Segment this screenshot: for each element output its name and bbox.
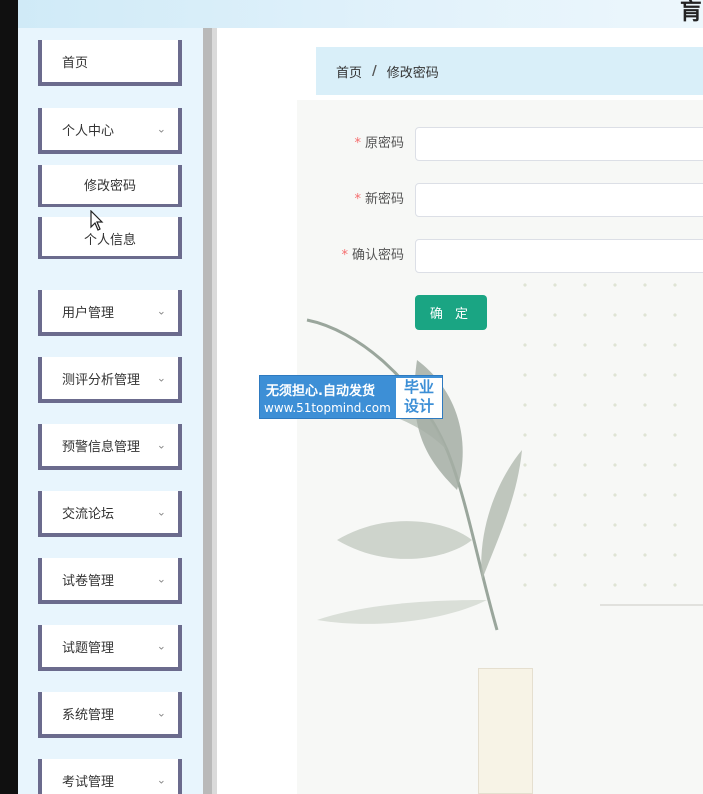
watermark-slogan: 无须担心.自动发货: [266, 384, 375, 399]
old-password-input[interactable]: [415, 127, 703, 161]
chevron-down-icon: ⌄: [156, 773, 166, 787]
breadcrumb: 首页 / 修改密码: [316, 47, 703, 95]
sidebar-item-paper-management[interactable]: 试卷管理 ⌄: [38, 558, 182, 604]
chevron-down-icon: ⌄: [156, 304, 166, 318]
breadcrumb-current: 修改密码: [386, 65, 439, 81]
sidebar-item-label: 试卷管理: [62, 573, 115, 589]
sidebar-item-label: 测评分析管理: [62, 372, 141, 388]
chevron-down-icon: ⌄: [156, 639, 166, 653]
chevron-down-icon: ⌄: [156, 706, 166, 720]
required-mark: *: [354, 192, 361, 207]
sidebar-item-forum[interactable]: 交流论坛 ⌄: [38, 491, 182, 537]
background-dot-pattern: [510, 270, 703, 610]
sidebar-item-assessment-analysis[interactable]: 测评分析管理 ⌄: [38, 357, 182, 403]
sidebar-item-label: 交流论坛: [62, 506, 115, 522]
watermark-label-line1: 毕业: [403, 378, 434, 396]
confirm-password-label-text: 确认密码: [351, 248, 404, 263]
required-mark: *: [341, 248, 348, 263]
sidebar-item-user-management[interactable]: 用户管理 ⌄: [38, 290, 182, 336]
new-password-label-text: 新密码: [364, 192, 404, 207]
plant-illustration: [306, 318, 522, 631]
window-edge: [0, 0, 18, 794]
sidebar-item-label: 试题管理: [62, 640, 115, 656]
chevron-down-icon: ⌄: [156, 505, 166, 519]
breadcrumb-separator: /: [372, 63, 377, 79]
new-password-input[interactable]: [415, 183, 703, 217]
watermark-url: www.51topmind.com: [264, 401, 391, 415]
chevron-down-icon: ⌄: [156, 122, 166, 136]
sidebar-item-system-management[interactable]: 系统管理 ⌄: [38, 692, 182, 738]
sidebar-item-label: 首页: [62, 55, 89, 71]
sidebar-item-label: 系统管理: [62, 707, 115, 723]
confirm-password-input[interactable]: [415, 239, 703, 273]
sidebar-item-label: 用户管理: [62, 305, 115, 321]
old-password-row: * 原密码: [316, 127, 703, 161]
sidebar-item-label: 考试管理: [62, 774, 115, 790]
background-shelf: [600, 604, 703, 606]
confirm-button[interactable]: 确 定: [415, 295, 487, 330]
mouse-cursor-icon: [90, 210, 104, 231]
confirm-password-row: * 确认密码: [316, 239, 703, 273]
watermark-badge: 无须担心.自动发货 www.51topmind.com 毕业 设计: [259, 375, 443, 419]
app-title: 肓: [679, 0, 703, 25]
chevron-down-icon: ⌄: [156, 572, 166, 586]
sidebar-item-personal-center[interactable]: 个人中心 ⌄: [38, 108, 182, 154]
breadcrumb-home[interactable]: 首页: [336, 62, 362, 81]
new-password-row: * 新密码: [316, 183, 703, 217]
watermark-label-line2: 设计: [403, 397, 434, 415]
new-password-label: * 新密码: [316, 183, 404, 217]
sidebar-item-question-management[interactable]: 试题管理 ⌄: [38, 625, 182, 671]
sidebar-subitem-change-password[interactable]: 修改密码: [38, 165, 182, 207]
sidebar-item-label: 个人中心: [62, 123, 115, 139]
old-password-label-text: 原密码: [364, 136, 404, 151]
sidebar-item-label: 预警信息管理: [62, 439, 141, 455]
sidebar-subitem-label: 修改密码: [83, 179, 136, 194]
sidebar-subitem-personal-info[interactable]: 个人信息: [38, 217, 182, 259]
top-header: 肓: [0, 0, 703, 28]
plant-pot: [478, 668, 533, 794]
required-mark: *: [354, 136, 361, 151]
chevron-down-icon: ⌄: [156, 438, 166, 452]
sidebar-item-home[interactable]: 首页: [38, 40, 182, 86]
sidebar-item-exam-management[interactable]: 考试管理 ⌄: [38, 759, 182, 794]
chevron-down-icon: ⌄: [156, 371, 166, 385]
watermark-text: 无须担心.自动发货 www.51topmind.com: [260, 376, 396, 420]
watermark-label: 毕业 设计: [396, 378, 442, 418]
sidebar-item-warning-info[interactable]: 预警信息管理 ⌄: [38, 424, 182, 470]
confirm-password-label: * 确认密码: [316, 239, 404, 273]
old-password-label: * 原密码: [316, 127, 404, 161]
